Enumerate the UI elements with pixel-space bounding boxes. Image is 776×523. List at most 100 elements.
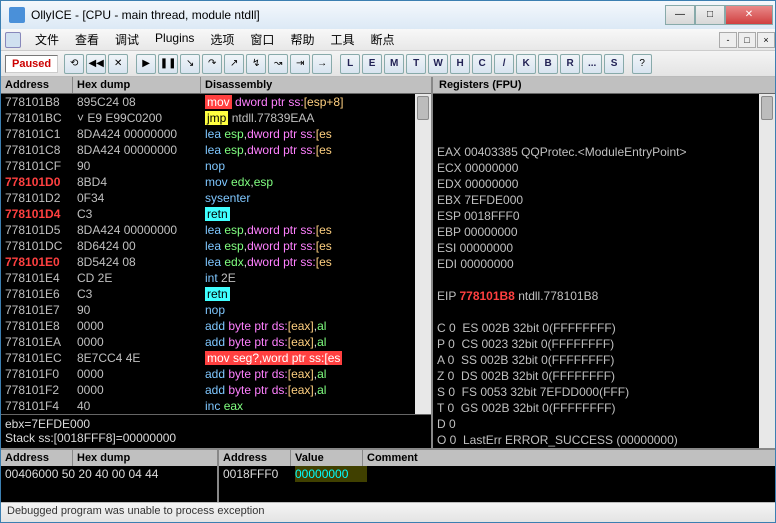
disasm-row[interactable]: 778101F440inc eax [1, 398, 431, 414]
mdi-minimize-button[interactable]: - [719, 32, 737, 48]
menu-调试[interactable]: 调试 [107, 29, 147, 50]
menu-选项[interactable]: 选项 [202, 29, 242, 50]
menu-文件[interactable]: 文件 [27, 29, 67, 50]
dump-column-hex[interactable]: Hex dump [73, 450, 217, 466]
toolbar-view-T[interactable]: T [406, 54, 426, 74]
toolbar-view-R[interactable]: R [560, 54, 580, 74]
toolbar-view-S[interactable]: S [604, 54, 624, 74]
step-out-button[interactable]: ↗ [224, 54, 244, 74]
disasm-row[interactable]: 778101BC˅ E9 E99C0200jmp ntdll.77839EAA [1, 110, 431, 126]
disassembly-body[interactable]: 778101B8895C24 08mov dword ptr ss:[esp+8… [1, 94, 431, 414]
disasm-row[interactable]: 778101E08D5424 08lea edx,dword ptr ss:[e… [1, 254, 431, 270]
register-line[interactable]: Z 0 DS 002B 32bit 0(FFFFFFFF) [437, 368, 771, 384]
disasm-row[interactable]: 778101D58DA424 00000000lea esp,dword ptr… [1, 222, 431, 238]
register-line[interactable]: P 0 CS 0023 32bit 0(FFFFFFFF) [437, 336, 771, 352]
menu-Plugins[interactable]: Plugins [147, 29, 202, 50]
stack-column-address[interactable]: Address [219, 450, 291, 466]
mdi-restore-button[interactable]: □ [738, 32, 756, 48]
register-line[interactable] [437, 272, 771, 288]
disasm-row[interactable]: 778101E6C3retn [1, 286, 431, 302]
disasm-row[interactable]: 778101C88DA424 00000000lea esp,dword ptr… [1, 142, 431, 158]
menu-查看[interactable]: 查看 [67, 29, 107, 50]
stack-body[interactable]: 0018FFF000000000 [219, 466, 775, 502]
disasm-row[interactable]: 778101F20000add byte ptr ds:[eax],al [1, 382, 431, 398]
toolbar-view-K[interactable]: K [516, 54, 536, 74]
disasm-row[interactable]: 778101DC8D6424 00lea esp,dword ptr ss:[e… [1, 238, 431, 254]
menu-断点[interactable]: 断点 [362, 29, 402, 50]
disasm-row[interactable]: 778101C18DA424 00000000lea esp,dword ptr… [1, 126, 431, 142]
register-line[interactable]: EDX 00000000 [437, 176, 771, 192]
maximize-button[interactable]: □ [695, 5, 725, 25]
disasm-row[interactable]: 778101E80000add byte ptr ds:[eax],al [1, 318, 431, 334]
help-button[interactable]: ? [632, 54, 652, 74]
disasm-row[interactable]: 778101E4CD 2Eint 2E [1, 270, 431, 286]
mdi-close-button[interactable]: × [757, 32, 775, 48]
column-hex[interactable]: Hex dump [73, 77, 201, 93]
register-line[interactable]: D 0 [437, 416, 771, 432]
registers-header[interactable]: Registers (FPU) [433, 77, 775, 94]
dump-column-address[interactable]: Address [1, 450, 73, 466]
disasm-row[interactable]: 778101F00000add byte ptr ds:[eax],al [1, 366, 431, 382]
toolbar-view-B[interactable]: B [538, 54, 558, 74]
toolbar-view-M[interactable]: M [384, 54, 404, 74]
disasm-row[interactable]: 778101D08BD4mov edx,esp [1, 174, 431, 190]
register-line[interactable]: O 0 LastErr ERROR_SUCCESS (00000000) [437, 432, 771, 448]
disasm-row[interactable]: 778101CF90nop [1, 158, 431, 174]
register-line[interactable]: ESI 00000000 [437, 240, 771, 256]
register-line[interactable]: C 0 ES 002B 32bit 0(FFFFFFFF) [437, 320, 771, 336]
register-line[interactable]: ECX 00000000 [437, 160, 771, 176]
toolbar-view-C[interactable]: C [472, 54, 492, 74]
disasm-row[interactable]: 778101E790nop [1, 302, 431, 318]
register-line[interactable]: EIP 778101B8 ntdll.778101B8 [437, 288, 771, 304]
toolbar-view-E[interactable]: E [362, 54, 382, 74]
toolbar-view-/[interactable]: / [494, 54, 514, 74]
register-line[interactable]: A 0 SS 002B 32bit 0(FFFFFFFF) [437, 352, 771, 368]
step-over-button[interactable]: ↷ [202, 54, 222, 74]
disasm-hex: 8D5424 08 [73, 254, 201, 270]
toolbar-view-H[interactable]: H [450, 54, 470, 74]
step-into-button[interactable]: ↘ [180, 54, 200, 74]
disasm-row[interactable]: 778101B8895C24 08mov dword ptr ss:[esp+8… [1, 94, 431, 110]
register-line[interactable]: S 0 FS 0053 32bit 7EFDD000(FFF) [437, 384, 771, 400]
register-line[interactable]: EBP 00000000 [437, 224, 771, 240]
register-line[interactable] [437, 304, 771, 320]
pause-button[interactable]: ❚❚ [158, 54, 178, 74]
statusbar: Debugged program was unable to process e… [1, 502, 775, 522]
toolbar-view-...[interactable]: ... [582, 54, 602, 74]
disasm-row[interactable]: 778101EC8E7CC4 4Emov seg?,word ptr ss:[e… [1, 350, 431, 366]
registers-body[interactable]: EAX 00403385 QQProtec.<ModuleEntryPoint>… [433, 94, 775, 448]
dump-body[interactable]: 00406000 50 20 40 00 04 44 [1, 466, 217, 502]
open-button[interactable]: ◀◀ [86, 54, 106, 74]
disasm-row[interactable]: 778101EA0000add byte ptr ds:[eax],al [1, 334, 431, 350]
register-line[interactable]: EAX 00403385 QQProtec.<ModuleEntryPoint> [437, 144, 771, 160]
register-line[interactable]: EDI 00000000 [437, 256, 771, 272]
registers-scrollbar[interactable] [759, 94, 775, 448]
disasm-row[interactable]: 778101D4C3retn [1, 206, 431, 222]
register-line[interactable]: T 0 GS 002B 32bit 0(FFFFFFFF) [437, 400, 771, 416]
toolbar-view-W[interactable]: W [428, 54, 448, 74]
menu-帮助[interactable]: 帮助 [282, 29, 322, 50]
menu-工具[interactable]: 工具 [322, 29, 362, 50]
trace-over-button[interactable]: ↝ [268, 54, 288, 74]
register-line[interactable]: ESP 0018FFF0 [437, 208, 771, 224]
goto-button[interactable]: → [312, 54, 332, 74]
execute-till-return-button[interactable]: ⇥ [290, 54, 310, 74]
run-button[interactable]: ▶ [136, 54, 156, 74]
disasm-row[interactable]: 778101D20F34sysenter [1, 190, 431, 206]
register-line[interactable]: EBX 7EFDE000 [437, 192, 771, 208]
minimize-button[interactable]: — [665, 5, 695, 25]
column-disassembly[interactable]: Disassembly [201, 77, 431, 93]
stack-row[interactable]: 0018FFF000000000 [223, 466, 771, 482]
menu-窗口[interactable]: 窗口 [242, 29, 282, 50]
stack-column-value[interactable]: Value [291, 450, 363, 466]
restart-button[interactable]: ⟲ [64, 54, 84, 74]
trace-into-button[interactable]: ↯ [246, 54, 266, 74]
cpu-icon[interactable] [5, 32, 21, 48]
close-debuggee-button[interactable]: ✕ [108, 54, 128, 74]
column-address[interactable]: Address [1, 77, 73, 93]
toolbar-view-L[interactable]: L [340, 54, 360, 74]
disassembly-scrollbar[interactable] [415, 94, 431, 414]
stack-column-comment[interactable]: Comment [363, 450, 775, 466]
close-button[interactable]: ✕ [725, 5, 773, 25]
disasm-instruction: sysenter [201, 190, 431, 206]
